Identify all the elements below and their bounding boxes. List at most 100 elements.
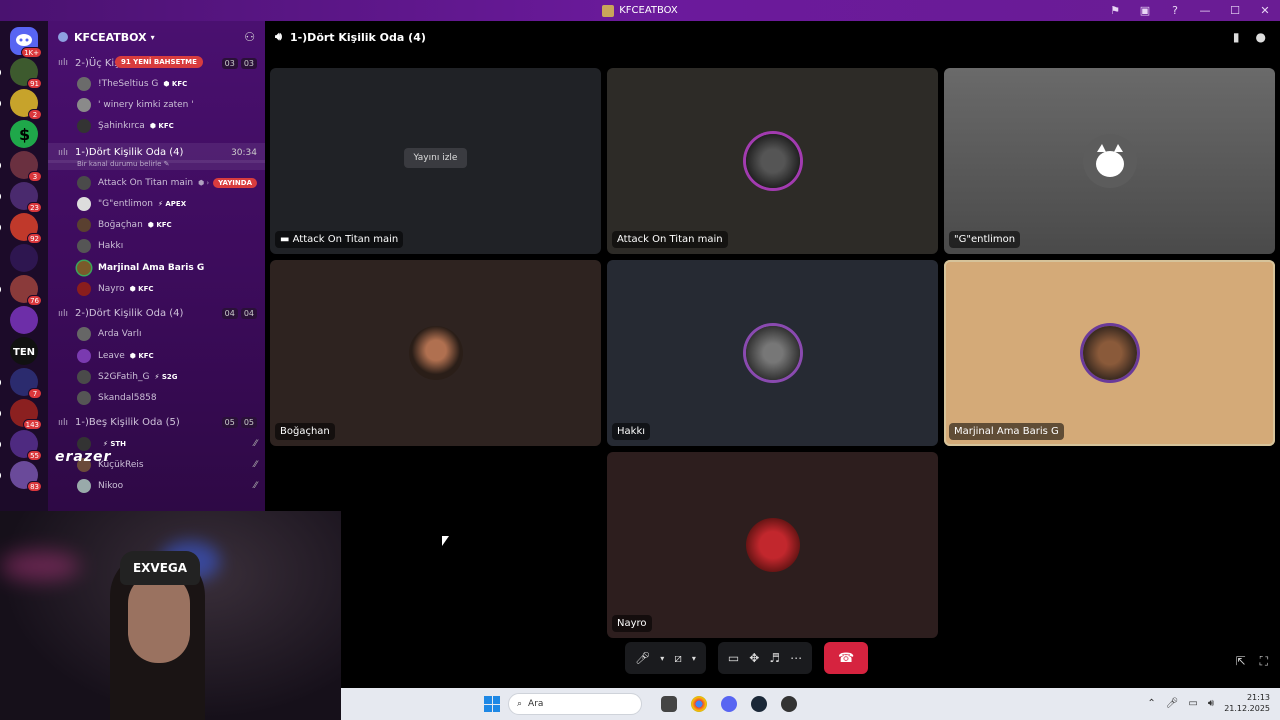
participant-tile-speaking[interactable]: Marjinal Ama Baris G	[944, 260, 1275, 446]
avatar	[408, 326, 463, 380]
server-icon[interactable]: 55	[0, 430, 42, 461]
actions-group: ▭ ✥ ♬ ⋯	[717, 642, 813, 674]
header-actions: ▮ ●	[1233, 30, 1280, 44]
disconnect-button[interactable]: ☎	[824, 642, 869, 674]
voice-user[interactable]: Nayro ⬢ KFC	[48, 278, 265, 299]
chrome-icon[interactable]	[691, 696, 707, 712]
flag-icon[interactable]: ⚑	[1100, 0, 1130, 21]
network-icon[interactable]: ▭	[1188, 698, 1197, 709]
minimize-button[interactable]: —	[1190, 0, 1220, 21]
more-icon[interactable]: ⋯	[790, 651, 802, 665]
chevron-down-icon: ▾	[150, 32, 155, 42]
file-explorer-icon[interactable]	[661, 696, 677, 712]
server-icon[interactable]: TEN	[10, 337, 38, 365]
voice-channel[interactable]: ıılı 2-)Üç Kişilik 91 YENİ BAHSETME 03 03	[48, 53, 265, 73]
soundboard-icon[interactable]: ♬	[769, 651, 780, 665]
share-screen-icon[interactable]: ▭	[728, 651, 739, 665]
watch-stream-button[interactable]: Yayını izle	[403, 148, 468, 168]
voice-user-speaking[interactable]: Marjinal Ama Baris G	[48, 257, 265, 278]
participant-tile[interactable]: Hakkı	[607, 260, 938, 446]
voice-user[interactable]: Boğaçhan ⬢ KFC	[48, 214, 265, 235]
hangup-icon: ☎	[837, 650, 855, 666]
windows-start-icon[interactable]	[484, 696, 500, 712]
voice-user[interactable]: !TheSeltius G ⬢ KFC	[48, 73, 265, 94]
server-icon[interactable]: 92	[0, 213, 42, 244]
app-icon[interactable]	[781, 696, 797, 712]
server-icon[interactable]: 83	[0, 461, 42, 492]
fullscreen-icon[interactable]: ⛶	[1260, 654, 1268, 669]
title-bar-controls: ⚑ ▣ ? — ☐ ✕	[1100, 0, 1280, 21]
close-button[interactable]: ✕	[1250, 0, 1280, 21]
voice-user[interactable]: Nikoo ⁄⁄	[48, 475, 265, 496]
clock[interactable]: 21:13 21.12.2025	[1224, 692, 1270, 714]
home-button[interactable]: 1K+	[10, 27, 42, 58]
server-icon[interactable]: 76	[0, 275, 42, 306]
popout-icon[interactable]: ⇱	[1236, 654, 1246, 669]
bookmark-icon[interactable]: ▮	[1233, 30, 1240, 44]
voice-channel[interactable]: ıılı 2-)Dört Kişilik Oda (4) 04 04	[48, 304, 265, 324]
discord-taskbar-icon[interactable]	[721, 696, 737, 712]
chevron-down-icon[interactable]: ▾	[660, 654, 664, 663]
mic-tray-icon[interactable]: 🎤︎	[1166, 698, 1179, 709]
home-badge: 1K+	[21, 47, 42, 58]
server-icon[interactable]	[10, 244, 38, 272]
volume-icon[interactable]: 🔊︎	[1208, 698, 1214, 709]
maximize-button[interactable]: ☐	[1220, 0, 1250, 21]
server-icon[interactable]: 143	[0, 399, 42, 430]
server-icon[interactable]: 23	[0, 182, 42, 213]
voice-user[interactable]: Arda Varlı	[48, 324, 265, 345]
kfc-tag: ⬢ KFC	[149, 122, 174, 131]
user-name: "G"entlimon	[98, 198, 154, 209]
voice-user[interactable]: S2GFatih_G ⚡ S2G	[48, 366, 265, 387]
server-badge: 76	[27, 295, 42, 306]
camera-off-icon[interactable]: ⧄	[674, 651, 682, 666]
title-bar: KFCEATBOX ⚑ ▣ ? — ☐ ✕	[0, 0, 1280, 21]
help-icon[interactable]: ?	[1160, 0, 1190, 21]
chat-icon[interactable]: ●	[1256, 30, 1266, 44]
user-name: Skandal5858	[98, 393, 157, 404]
server-icon[interactable]: 2	[0, 89, 42, 120]
activities-icon[interactable]: ✥	[749, 651, 759, 665]
add-member-icon[interactable]: ⚇	[244, 30, 255, 44]
person-face	[128, 573, 190, 663]
server-icon[interactable]: 7	[0, 368, 42, 399]
voice-user[interactable]: Hakkı	[48, 236, 265, 257]
participant-tile[interactable]: "G"entlimon	[944, 68, 1275, 254]
server-icon[interactable]: 91	[0, 58, 42, 89]
participant-tile[interactable]: Attack On Titan main	[607, 68, 938, 254]
chevron-down-icon[interactable]: ▾	[692, 654, 696, 663]
voice-user[interactable]: Skandal5858	[48, 388, 265, 409]
voice-channel-active[interactable]: ıılı 1-)Dört Kişilik Oda (4) 30:34	[48, 142, 265, 163]
user-count: 05 05	[221, 417, 257, 429]
voice-channel-title: 1-)Dört Kişilik Oda (4)	[289, 30, 426, 44]
voice-user[interactable]: Leave ⬢ KFC	[48, 345, 265, 366]
participant-tile[interactable]: Nayro	[607, 452, 938, 638]
cat-icon	[1095, 144, 1124, 177]
server-badge: 23	[27, 202, 42, 213]
tile-name: Attack On Titan main	[612, 231, 728, 248]
voice-user[interactable]: ' winery kimki zaten '	[48, 94, 265, 115]
voice-user[interactable]: "G"entlimon ⚡ APEX	[48, 193, 265, 214]
kfc-tag: ⬢ KFC	[129, 351, 154, 360]
server-icon[interactable]: 3	[0, 151, 42, 182]
chevron-up-icon[interactable]: ⌃	[1147, 698, 1155, 709]
taskbar-search[interactable]: ⌕ Ara	[508, 693, 642, 715]
mic-camera-group: 🎤︎ ▾ ⧄ ▾	[625, 642, 706, 674]
microphone-icon[interactable]: 🎤︎	[635, 651, 650, 665]
participant-tile[interactable]: Boğaçhan	[270, 260, 601, 446]
inbox-icon[interactable]: ▣	[1130, 0, 1160, 21]
user-name: Hakkı	[98, 241, 124, 252]
avatar	[77, 119, 91, 134]
server-icon[interactable]: $	[10, 120, 38, 148]
guild-name: KFCEATBOX	[74, 30, 147, 44]
guild-header[interactable]: KFCEATBOX ▾ ⚇	[48, 21, 265, 53]
stream-tile[interactable]: Yayını izle ▬ Attack On Titan main	[270, 68, 601, 254]
voice-user[interactable]: Attack On Titan main ⬢ › YAYINDA	[48, 172, 265, 193]
avatar	[745, 134, 800, 188]
app-logo-icon	[602, 4, 615, 17]
voice-channel[interactable]: ıılı 1-)Beş Kişilik Oda (5) 05 05	[48, 413, 265, 433]
voice-user[interactable]: Şahinkırca ⬢ KFC	[48, 116, 265, 137]
steam-icon[interactable]	[751, 696, 767, 712]
mentions-badge[interactable]: 91 YENİ BAHSETME	[115, 56, 203, 68]
server-icon[interactable]	[10, 306, 38, 334]
